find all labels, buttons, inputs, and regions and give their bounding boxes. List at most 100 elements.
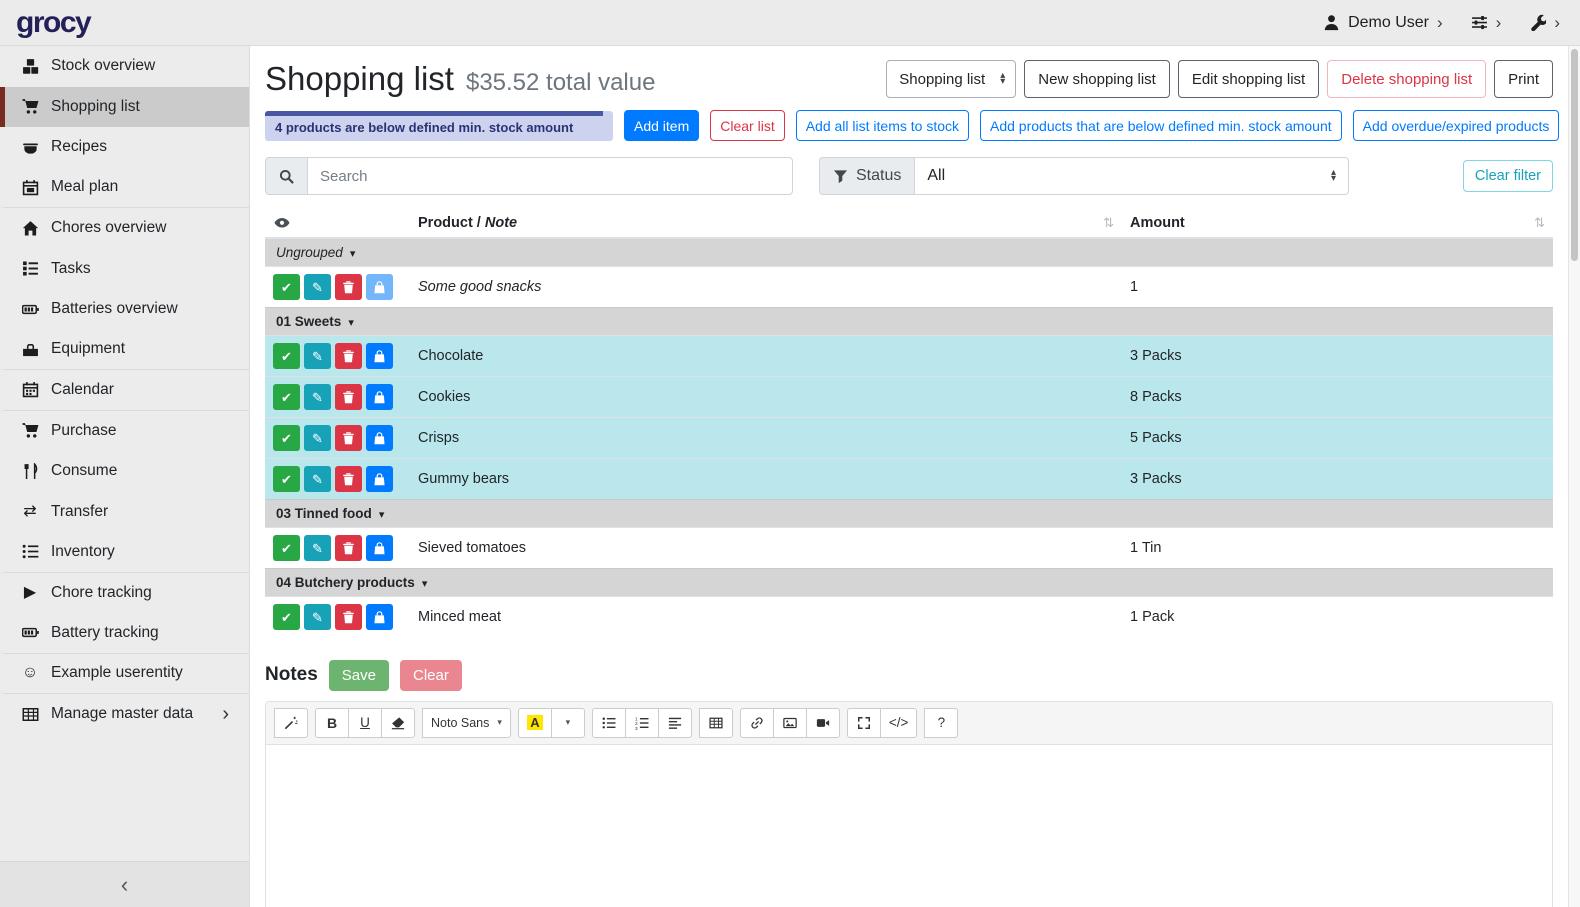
- purchase-item-button[interactable]: [366, 343, 393, 369]
- search-input[interactable]: [307, 157, 793, 195]
- delete-item-button[interactable]: [335, 425, 362, 451]
- delete-shopping-list-button[interactable]: Delete shopping list: [1327, 60, 1486, 98]
- chevron-right-icon: ›: [222, 703, 239, 726]
- edit-shopping-list-button[interactable]: Edit shopping list: [1178, 60, 1319, 98]
- amount-cell: 3 Packs: [1122, 336, 1553, 377]
- edit-item-button[interactable]: ✎: [304, 343, 331, 369]
- color-dropdown-button[interactable]: ▾: [551, 708, 585, 738]
- edit-item-button[interactable]: ✎: [304, 535, 331, 561]
- sidebar-item-recipes[interactable]: Recipes: [0, 127, 249, 168]
- grocy-logo[interactable]: grocy: [16, 6, 90, 40]
- purchase-item-button[interactable]: [366, 466, 393, 492]
- shopping-list-select[interactable]: Shopping list ▴▾: [886, 60, 1016, 98]
- product-column-header[interactable]: Product / Note ⇅: [410, 209, 1122, 238]
- delete-item-button[interactable]: [335, 604, 362, 630]
- save-notes-button[interactable]: Save: [329, 660, 389, 691]
- add-all-to-stock-button[interactable]: Add all list items to stock: [796, 110, 969, 141]
- delete-item-button[interactable]: [335, 384, 362, 410]
- unordered-list-button[interactable]: [592, 708, 626, 738]
- add-item-button[interactable]: Add item: [624, 110, 699, 141]
- delete-item-button[interactable]: [335, 274, 362, 300]
- clear-notes-button[interactable]: Clear: [400, 660, 462, 691]
- code-view-button[interactable]: </>: [880, 708, 918, 738]
- delete-item-button[interactable]: [335, 466, 362, 492]
- sort-icon[interactable]: ⇅: [1103, 215, 1114, 231]
- edit-item-button[interactable]: ✎: [304, 604, 331, 630]
- purchase-item-button[interactable]: [366, 425, 393, 451]
- paragraph-align-button[interactable]: [658, 708, 692, 738]
- group-header[interactable]: Ungrouped ▾: [276, 245, 355, 260]
- fullscreen-button[interactable]: [847, 708, 881, 738]
- sidebar-item-chore-tracking[interactable]: ▶Chore tracking: [0, 573, 249, 614]
- insert-video-button[interactable]: [806, 708, 840, 738]
- vertical-scrollbar[interactable]: [1568, 46, 1580, 907]
- group-header[interactable]: 01 Sweets ▾: [276, 314, 354, 329]
- clear-style-button[interactable]: [381, 708, 415, 738]
- sidebar-item-tasks[interactable]: Tasks: [0, 249, 249, 290]
- mark-done-button[interactable]: ✔: [273, 535, 300, 561]
- delete-item-button[interactable]: [335, 535, 362, 561]
- scrollbar-thumb[interactable]: [1571, 49, 1578, 261]
- style-magic-button[interactable]: [274, 708, 308, 738]
- edit-item-button[interactable]: ✎: [304, 384, 331, 410]
- help-button[interactable]: ?: [924, 708, 958, 738]
- sidebar-item-inventory[interactable]: Inventory: [0, 532, 249, 573]
- check-icon: ✔: [281, 281, 292, 294]
- sort-icon[interactable]: ⇅: [1534, 215, 1545, 231]
- mark-done-button[interactable]: ✔: [273, 466, 300, 492]
- sidebar-item-calendar[interactable]: Calendar: [0, 370, 249, 411]
- group-header[interactable]: 03 Tinned food ▾: [276, 506, 384, 521]
- sidebar-item-transfer[interactable]: ⇄Transfer: [0, 492, 249, 533]
- notes-editor-area[interactable]: [266, 745, 1552, 907]
- edit-item-button[interactable]: ✎: [304, 274, 331, 300]
- purchase-item-button[interactable]: [366, 535, 393, 561]
- purchase-item-button[interactable]: [366, 274, 393, 300]
- status-select[interactable]: All ▴▾: [914, 157, 1349, 195]
- delete-item-button[interactable]: [335, 343, 362, 369]
- mark-done-button[interactable]: ✔: [273, 384, 300, 410]
- mark-done-button[interactable]: ✔: [273, 343, 300, 369]
- sidebar-item-purchase[interactable]: Purchase: [0, 411, 249, 452]
- print-button[interactable]: Print: [1494, 60, 1553, 98]
- mark-done-button[interactable]: ✔: [273, 425, 300, 451]
- sidebar-item-meal-plan[interactable]: Meal plan: [0, 168, 249, 209]
- insert-link-button[interactable]: [740, 708, 774, 738]
- sidebar-item-batteries-overview[interactable]: Batteries overview: [0, 289, 249, 330]
- admin-menu[interactable]: ›: [1529, 13, 1560, 33]
- font-family-select[interactable]: Noto Sans ▾: [422, 708, 511, 738]
- text-color-button[interactable]: A: [518, 708, 552, 738]
- sidebar-item-consume[interactable]: Consume: [0, 451, 249, 492]
- sidebar-item-equipment[interactable]: Equipment: [0, 330, 249, 371]
- add-overdue-button[interactable]: Add overdue/expired products: [1353, 110, 1560, 141]
- sidebar-item-example-userentity[interactable]: ☺Example userentity: [0, 654, 249, 695]
- sidebar-item-manage-master-data[interactable]: Manage master data›: [0, 694, 249, 735]
- settings-menu[interactable]: ›: [1471, 13, 1502, 33]
- purchase-item-button[interactable]: [366, 604, 393, 630]
- home-icon: [22, 220, 39, 237]
- amount-column-header[interactable]: Amount ⇅: [1122, 209, 1553, 238]
- group-header[interactable]: 04 Butchery products ▾: [276, 575, 427, 590]
- bold-button[interactable]: B: [315, 708, 349, 738]
- new-shopping-list-button[interactable]: New shopping list: [1024, 60, 1170, 98]
- underline-button[interactable]: U: [348, 708, 382, 738]
- mark-done-button[interactable]: ✔: [273, 274, 300, 300]
- shopping-list-table: Product / Note ⇅ Amount ⇅ Ungrouped ▾✔✎S…: [265, 209, 1553, 638]
- clear-filter-button[interactable]: Clear filter: [1463, 160, 1553, 192]
- sidebar-collapse-button[interactable]: ‹: [0, 861, 249, 907]
- edit-item-button[interactable]: ✎: [304, 425, 331, 451]
- sidebar-item-chores-overview[interactable]: Chores overview: [0, 208, 249, 249]
- visibility-column-header[interactable]: [265, 209, 410, 238]
- edit-item-button[interactable]: ✎: [304, 466, 331, 492]
- insert-image-button[interactable]: [773, 708, 807, 738]
- pencil-icon: ✎: [312, 611, 323, 624]
- sidebar-item-battery-tracking[interactable]: Battery tracking: [0, 613, 249, 654]
- ordered-list-button[interactable]: [625, 708, 659, 738]
- user-menu[interactable]: Demo User ›: [1323, 13, 1443, 33]
- purchase-item-button[interactable]: [366, 384, 393, 410]
- sidebar-item-shopping-list[interactable]: Shopping list: [0, 87, 249, 128]
- clear-list-button[interactable]: Clear list: [710, 110, 784, 141]
- mark-done-button[interactable]: ✔: [273, 604, 300, 630]
- insert-table-button[interactable]: [699, 708, 733, 738]
- sidebar-item-stock-overview[interactable]: Stock overview: [0, 46, 249, 87]
- add-below-min-stock-button[interactable]: Add products that are below defined min.…: [980, 110, 1342, 141]
